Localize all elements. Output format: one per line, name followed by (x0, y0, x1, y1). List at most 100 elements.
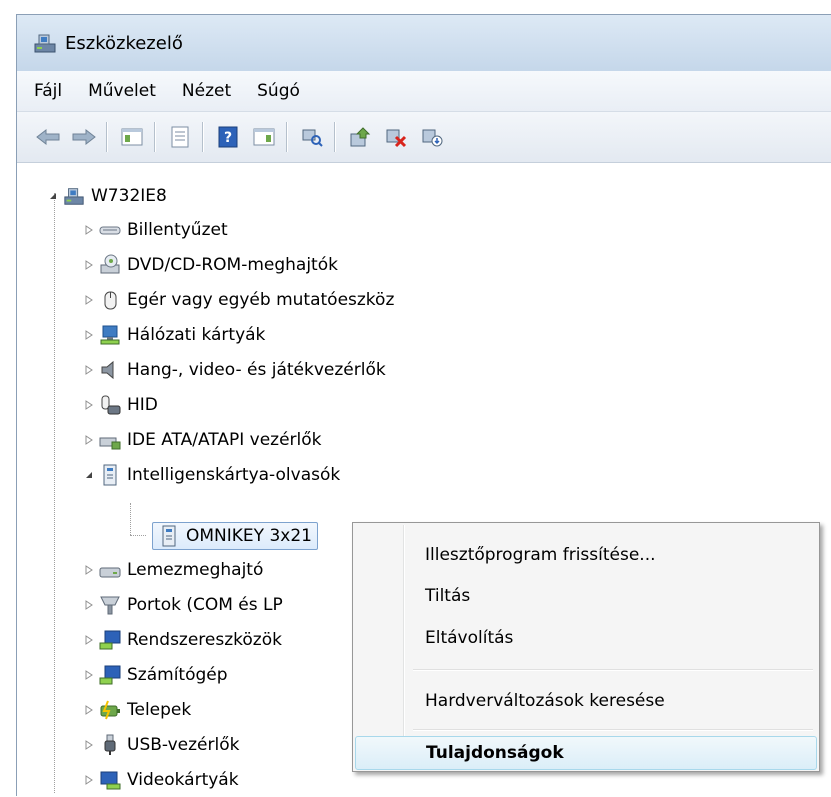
tree-item-ports[interactable]: Portok (COM és LP (83, 588, 283, 622)
back-button[interactable] (31, 120, 65, 154)
device-manager-icon (33, 32, 57, 54)
tree-item-label: Intelligenskártya-olvasók (127, 465, 341, 485)
forward-button[interactable] (67, 120, 101, 154)
tree-item-label: DVD/CD-ROM-meghajtók (127, 255, 338, 275)
context-menu-properties[interactable]: Tulajdonságok (355, 736, 817, 770)
computer-icon (63, 185, 85, 207)
collapse-arrow-icon[interactable] (83, 469, 95, 481)
scan-hardware-icon (302, 129, 323, 147)
tree-item-batteries[interactable]: Telepek (83, 693, 191, 727)
expand-arrow-icon[interactable] (83, 599, 95, 611)
tree-item-label: Számítógép (127, 665, 228, 685)
tree-item-keyboards[interactable]: Billentyűzet (83, 213, 228, 247)
expand-arrow-icon[interactable] (83, 294, 95, 306)
update-driver-button[interactable] (343, 120, 377, 154)
tree-item-label: OMNIKEY 3x21 (186, 526, 312, 546)
help-icon: ? (218, 126, 238, 148)
toolbar-separator (106, 122, 108, 152)
action-pane-button[interactable] (247, 120, 281, 154)
svg-text:?: ? (224, 130, 232, 146)
hid-device-icon (99, 394, 121, 416)
tree-item-label: Telepek (127, 700, 192, 720)
tree-item-network-adapters[interactable]: Hálózati kártyák (83, 318, 265, 352)
menu-action[interactable]: Művelet (77, 71, 167, 111)
expand-arrow-icon[interactable] (83, 399, 95, 411)
expand-arrow-icon[interactable] (83, 634, 95, 646)
uninstall-icon (386, 129, 407, 148)
tree-item-label: Hálózati kártyák (127, 325, 266, 345)
tree-item-computer[interactable]: Számítógép (83, 658, 228, 692)
tree-item-omnikey-3x21[interactable]: OMNIKEY 3x21 (130, 519, 318, 553)
monitor-icon (99, 664, 121, 686)
menu-help[interactable]: Súgó (246, 71, 311, 111)
menu-view[interactable]: Nézet (171, 71, 242, 111)
toolbar-separator (334, 122, 336, 152)
expand-arrow-icon[interactable] (83, 774, 95, 786)
keyboard-icon (99, 219, 121, 241)
update-driver-icon (350, 127, 371, 147)
tree-item-label: Egér vagy egyéb mutatóeszköz (127, 290, 395, 310)
selection-highlight[interactable]: OMNIKEY 3x21 (152, 522, 318, 550)
properties-button[interactable] (163, 120, 197, 154)
back-icon (36, 128, 60, 146)
expand-arrow-icon[interactable] (83, 329, 95, 341)
context-menu-scan-hardware[interactable]: Hardverváltozások keresése (355, 683, 817, 719)
tree-item-display-adapters[interactable]: Videokártyák (83, 763, 239, 797)
expand-arrow-icon[interactable] (83, 669, 95, 681)
menu-bar: Fájl Művelet Nézet Súgó (17, 71, 831, 112)
context-menu-item-label: Illesztőprogram frissítése... (425, 545, 656, 565)
smart-card-reader-icon (99, 464, 121, 486)
expand-arrow-icon[interactable] (83, 434, 95, 446)
mouse-icon (99, 289, 121, 311)
expand-arrow-icon[interactable] (83, 564, 95, 576)
help-button[interactable]: ? (211, 120, 245, 154)
tree-item-dvd-cd-rom[interactable]: DVD/CD-ROM-meghajtók (83, 248, 338, 282)
expand-arrow-icon[interactable] (83, 364, 95, 376)
tree-item-mice[interactable]: Egér vagy egyéb mutatóeszköz (83, 283, 394, 317)
expand-arrow-icon[interactable] (83, 704, 95, 716)
tree-item-system-devices[interactable]: Rendszereszközök (83, 623, 282, 657)
uninstall-button[interactable] (379, 120, 413, 154)
disk-drive-icon (99, 559, 121, 581)
battery-icon (99, 699, 121, 721)
show-hide-console-tree-button[interactable] (115, 120, 149, 154)
context-menu-separator (413, 669, 813, 671)
expand-arrow-icon[interactable] (83, 224, 95, 236)
tree-item-usb-controllers[interactable]: USB-vezérlők (83, 728, 239, 762)
display-adapter-icon (99, 769, 121, 791)
desktop-edge-left (0, 0, 16, 796)
window-title: Eszközkezelő (65, 32, 183, 54)
tree-item-sound-video-game[interactable]: Hang-, video- és játékvezérlők (83, 353, 386, 387)
tree-item-label: Rendszereszközök (127, 630, 282, 650)
context-menu-update-driver[interactable]: Illesztőprogram frissítése... (355, 537, 817, 573)
tree-item-label: IDE ATA/ATAPI vezérlők (127, 430, 322, 450)
ide-controller-icon (99, 429, 121, 451)
disable-button[interactable] (415, 120, 449, 154)
tree-item-smart-card-readers[interactable]: Intelligenskártya-olvasók (83, 458, 340, 492)
toolbar-separator (202, 122, 204, 152)
toolbar-separator (154, 122, 156, 152)
tree-item-label: Portok (COM és LP (127, 595, 283, 615)
tree-root[interactable]: W732IE8 (47, 179, 167, 213)
tree-item-label: HID (127, 395, 158, 415)
expand-arrow-icon[interactable] (83, 739, 95, 751)
tree-item-disk-drives[interactable]: Lemezmeghajtó (83, 553, 263, 587)
context-menu-separator (413, 729, 813, 731)
tree-item-hid[interactable]: HID (83, 388, 158, 422)
collapse-arrow-icon[interactable] (47, 190, 59, 202)
tree-item-label: USB-vezérlők (127, 735, 240, 755)
tree-root-label: W732IE8 (91, 186, 167, 206)
forward-icon (72, 128, 96, 146)
properties-icon (171, 126, 189, 148)
title-bar[interactable]: Eszközkezelő (17, 15, 831, 71)
port-connector-icon (99, 594, 121, 616)
context-menu-disable[interactable]: Tiltás (355, 578, 817, 614)
tree-item-label: Hang-, video- és játékvezérlők (127, 360, 386, 380)
network-adapter-icon (99, 324, 121, 346)
scan-hardware-button[interactable] (295, 120, 329, 154)
expand-arrow-icon[interactable] (83, 259, 95, 271)
menu-file[interactable]: Fájl (23, 71, 73, 111)
context-menu-uninstall[interactable]: Eltávolítás (355, 620, 817, 656)
tree-item-ide-ata[interactable]: IDE ATA/ATAPI vezérlők (83, 423, 322, 457)
dvd-drive-icon (99, 254, 121, 276)
